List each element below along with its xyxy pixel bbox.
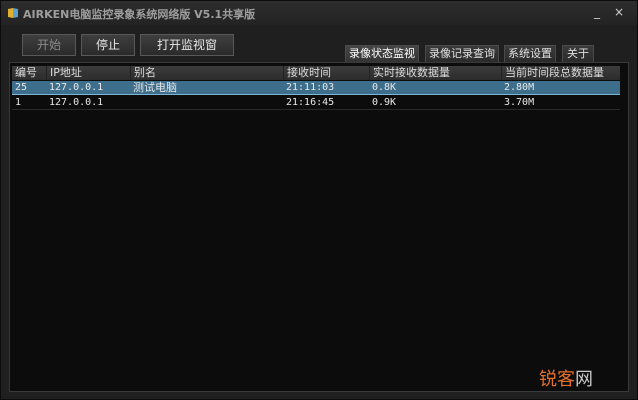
- row-alias: [130, 96, 283, 109]
- row-ip: 127.0.0.1: [49, 97, 104, 108]
- row-realtime-data: 0.9K: [372, 97, 397, 108]
- table-header: 编号 IP地址 别名 接收时间 实时接收数据量 当前时间段总数据量: [12, 66, 620, 80]
- site-watermark: 锐客网: [539, 365, 593, 391]
- column-header-id[interactable]: 编号: [12, 66, 46, 80]
- window-title: AIRKEN电脑监控录象系统网络版 V5.1共享版: [23, 8, 256, 21]
- row-id: 1: [15, 97, 22, 108]
- title-bar[interactable]: AIRKEN电脑监控录象系统网络版 V5.1共享版 _ ×: [1, 1, 637, 25]
- row-total-data: 3.70M: [504, 97, 535, 108]
- row-id: 25: [15, 82, 28, 93]
- column-header-realtime-data[interactable]: 实时接收数据量: [369, 66, 501, 80]
- row-total-data: 2.80M: [504, 82, 535, 93]
- stop-button[interactable]: 停止: [81, 34, 135, 56]
- close-button[interactable]: ×: [611, 5, 627, 19]
- table-row[interactable]: 25 127.0.0.1 测试电脑 21:11:03 0.8K 2.80M: [12, 81, 620, 95]
- tab-record-query[interactable]: 录像记录查询: [425, 45, 499, 62]
- row-alias: 测试电脑: [133, 81, 177, 94]
- column-header-receive-time[interactable]: 接收时间: [283, 66, 369, 80]
- row-receive-time: 21:11:03: [286, 82, 335, 93]
- table-row[interactable]: 1 127.0.0.1 21:16:45 0.9K 3.70M: [12, 96, 620, 110]
- column-header-ip[interactable]: IP地址: [46, 66, 130, 80]
- minimize-icon: _: [594, 5, 600, 19]
- column-header-alias[interactable]: 别名: [130, 66, 283, 80]
- open-monitor-button[interactable]: 打开监视窗: [140, 34, 234, 56]
- minimize-button[interactable]: _: [589, 5, 605, 19]
- recording-table-panel: 编号 IP地址 别名 接收时间 实时接收数据量 当前时间段总数据量 25 127…: [9, 62, 629, 392]
- app-window: AIRKEN电脑监控录象系统网络版 V5.1共享版 _ × 开始 停止 打开监视…: [0, 0, 638, 400]
- column-header-total-data[interactable]: 当前时间段总数据量: [501, 66, 620, 80]
- watermark-text-b: 网: [575, 369, 593, 390]
- row-receive-time: 21:16:45: [286, 97, 335, 108]
- row-ip: 127.0.0.1: [49, 82, 104, 93]
- close-icon: ×: [613, 5, 625, 19]
- start-button[interactable]: 开始: [22, 34, 76, 56]
- watermark-text-a: 锐客: [539, 369, 575, 390]
- tab-recording-status[interactable]: 录像状态监视: [345, 45, 419, 62]
- tab-about[interactable]: 关于: [562, 45, 594, 62]
- tab-system-settings[interactable]: 系统设置: [504, 45, 556, 62]
- row-realtime-data: 0.8K: [372, 82, 397, 93]
- app-logo-icon: [8, 8, 18, 18]
